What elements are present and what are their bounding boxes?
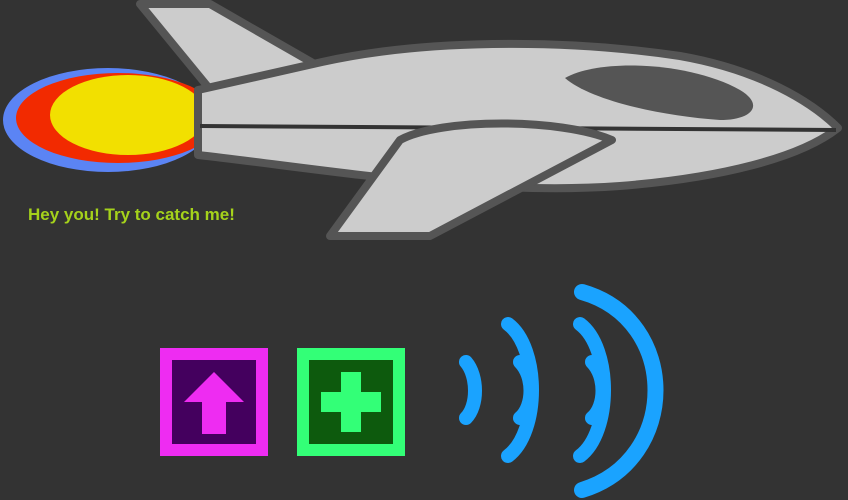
jet-flame — [3, 68, 220, 172]
game-canvas — [3, 0, 842, 498]
flame-inner — [50, 75, 206, 155]
powerup-plus[interactable] — [297, 348, 405, 456]
jet-plane — [136, 0, 842, 240]
signal-wave-3 — [513, 355, 538, 425]
signal-waves-icon — [459, 284, 664, 498]
signal-wave-1 — [459, 355, 482, 425]
taunt-text: Hey you! Try to catch me! — [28, 205, 235, 224]
signal-wave-6 — [574, 284, 664, 498]
powerup-arrow-up[interactable] — [160, 348, 268, 456]
signal-wave-5 — [585, 355, 610, 425]
